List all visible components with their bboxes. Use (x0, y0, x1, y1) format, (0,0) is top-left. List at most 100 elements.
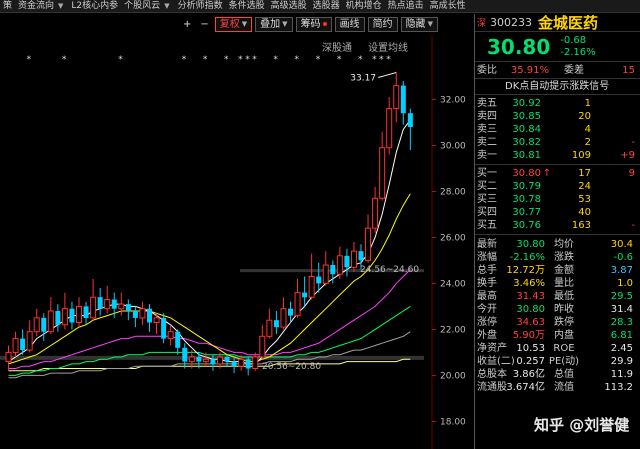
stat-value: 12.72万 (506, 265, 545, 276)
ask-row[interactable]: 卖五 30.92 1 (475, 97, 640, 110)
level-volume: 1 (584, 98, 591, 109)
candle-body (41, 317, 47, 332)
bid-row[interactable]: 买四 30.77 40 (475, 206, 640, 219)
stat-label: 流通股 (477, 382, 507, 393)
candle-body (294, 292, 301, 317)
chevron-down-icon: ▼ (241, 19, 248, 28)
candle-body (153, 317, 160, 323)
change-column: -0.68 -2.16% (560, 35, 595, 59)
level-price: 30.80 (512, 168, 541, 179)
fuquan-button[interactable]: 复权 ▼ (214, 16, 253, 32)
ask-row[interactable]: 卖一 30.81 109 +9 (475, 149, 640, 162)
level-change: 9 (628, 168, 635, 179)
stock-code: 300233 (490, 16, 533, 29)
level-change (591, 180, 635, 193)
bid-row[interactable]: 买一 30.80 ↑ 17 9 (475, 167, 640, 180)
menu-item[interactable]: 分析师指数 (175, 0, 226, 12)
level-label: 买一 (477, 168, 497, 179)
candle-body (104, 299, 111, 310)
star-marker-icon: * (252, 55, 257, 65)
weibi-label: 委比 (477, 65, 497, 76)
stat-value: 3.46% (513, 278, 545, 289)
hk-connect-label[interactable]: 深股通 (322, 39, 352, 54)
candle-body (118, 303, 125, 310)
stat-row: 收益(二) 0.257 PE(动) 29.9 (475, 355, 640, 368)
stat-value: 1.0 (617, 278, 633, 289)
candle-body (20, 338, 26, 351)
star-marker-icon: * (316, 55, 321, 65)
level-price: 30.81 (512, 150, 541, 161)
star-marker-icon: * (372, 55, 377, 65)
stat-row: 净资产 10.53 ROE 2.45 (475, 342, 640, 355)
menu-item[interactable]: L2核心内参 (68, 0, 121, 12)
star-marker-icon: * (386, 55, 391, 65)
stat-label: 总股本 (477, 369, 507, 380)
kline-chart-area[interactable]: 32.00 30.00 28.00 26.00 24.00 22.00 20.00 18.00… (0, 35, 470, 449)
bid-row[interactable]: 买二 30.79 24 (475, 180, 640, 193)
candle-body (336, 255, 343, 275)
menu-item[interactable]: 条件选股 (226, 0, 268, 12)
ma-settings-link[interactable]: 设置均线 (368, 39, 408, 54)
quote-panel: 深 300233 金城医药 30.80 -0.68 -2.16% 委比 35.9… (474, 14, 640, 449)
ask-row[interactable]: 卖三 30.84 4 (475, 123, 640, 136)
weibi-row: 委比 35.91% 委差 15 (475, 62, 640, 79)
stat-value: -2.16% (509, 252, 545, 263)
ask-row[interactable]: 卖四 30.85 20 (475, 110, 640, 123)
kline-chart[interactable]: 32.00 30.00 28.00 26.00 24.00 22.00 20.00 18.00… (0, 35, 470, 449)
candle-body (69, 308, 75, 323)
up-arrow-icon (541, 206, 553, 219)
candle-body (161, 317, 167, 339)
market-badge: 深 (477, 19, 487, 29)
menu-item[interactable]: 选股器 (310, 0, 343, 12)
chip-zone-label: 20.56~20.80 (262, 362, 321, 372)
stat-row: 流通股 3.674亿 流值 113.2 (475, 381, 640, 394)
candle-body (393, 85, 400, 110)
menu-item[interactable]: 个股风云 (121, 0, 163, 12)
candle-body (132, 311, 138, 318)
star-marker-icon: * (118, 55, 123, 65)
stat-label: 最低 (554, 291, 574, 302)
stock-header: 深 300233 金城医药 (475, 14, 640, 32)
dk-signal-link[interactable]: DK点自动提示涨跌信号 (475, 79, 640, 95)
candle-body (61, 308, 68, 326)
draw-line-button[interactable]: 画线 (334, 16, 365, 32)
stat-value: 30.4 (610, 239, 633, 250)
level-change (591, 193, 635, 206)
bid-row[interactable]: 买五 30.76 163 - (475, 219, 640, 232)
candle-body (302, 292, 308, 298)
menu-item[interactable]: 资金流向 (15, 0, 57, 12)
candle-body (365, 227, 372, 261)
stat-value: 31.4 (610, 304, 633, 315)
level-volume: 17 (578, 168, 591, 179)
level-label: 买三 (477, 194, 497, 205)
level-label: 买四 (477, 207, 497, 218)
candle-body (245, 359, 251, 369)
stat-value: 3.86亿 (512, 369, 545, 380)
level-change (591, 110, 635, 123)
menu-item[interactable]: 高级选股 (268, 0, 310, 12)
level-price: 30.78 (512, 194, 541, 205)
chips-button[interactable]: 筹码 (295, 16, 332, 32)
menu-item[interactable]: 热点追击 (385, 0, 427, 12)
ask-row[interactable]: 卖二 30.82 2 - (475, 136, 640, 149)
notification-dot-icon (322, 22, 327, 26)
level-label: 卖二 (477, 137, 497, 148)
candle-body (139, 308, 146, 319)
menu-item[interactable]: 高成长性 (427, 0, 469, 12)
overlay-button[interactable]: 叠加 ▼ (255, 16, 293, 32)
candle-body (33, 317, 40, 333)
ask-book: 卖五 30.92 1 卖四 30.85 20 卖三 30.84 4 卖二 30.82 2 - 卖一 30.8… (475, 95, 640, 165)
menu-item[interactable]: 机构增仓 (343, 0, 385, 12)
weicha-value: 15 (622, 65, 635, 76)
quote-stats: 最新 30.80 均价 30.4 涨幅 -2.16% 涨跌 -0.6 总手 12.72万 金额 3.8… (475, 235, 640, 394)
candle-body (238, 358, 245, 367)
zoom-out-button[interactable]: − (197, 17, 211, 32)
zoom-in-button[interactable]: + (180, 17, 194, 32)
bid-row[interactable]: 买三 30.78 53 (475, 193, 640, 206)
star-marker-icon: * (224, 55, 229, 65)
hide-button[interactable]: 隐藏 ▼ (400, 16, 438, 32)
stat-label: 今开 (477, 304, 497, 315)
menu-item[interactable]: 策 (0, 0, 15, 12)
candle-body (224, 357, 230, 362)
simple-mode-button[interactable]: 简约 (367, 16, 398, 32)
